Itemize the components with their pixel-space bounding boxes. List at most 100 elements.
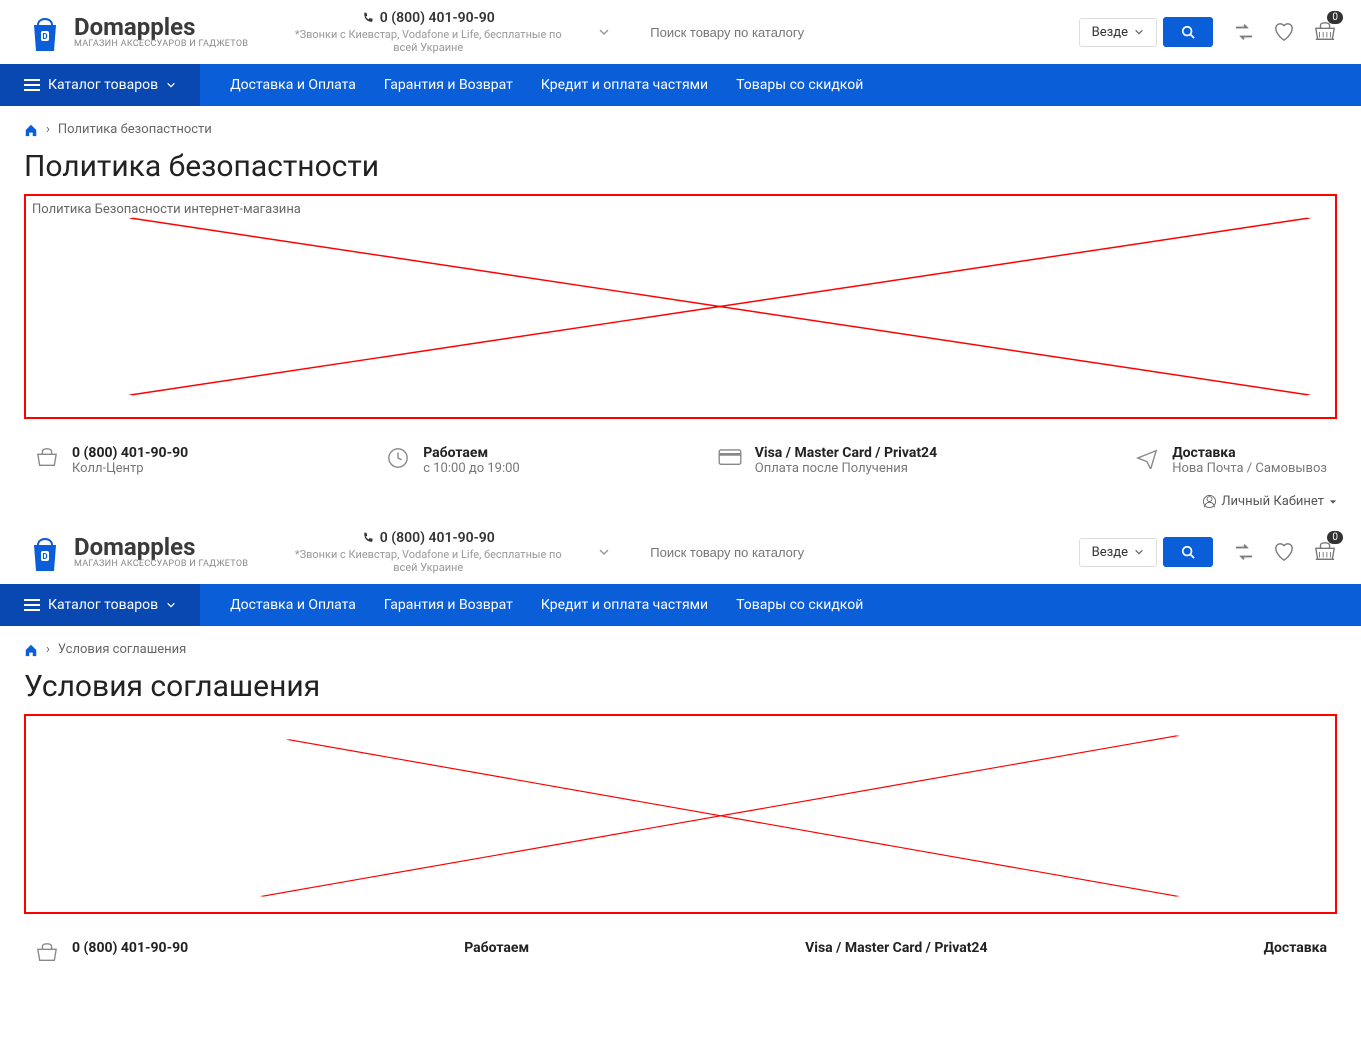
brand-tagline: МАГАЗИН АКСЕССУАРОВ И ГАДЖЕТОВ: [74, 559, 248, 569]
content-intro: Политика Безопасности интернет-магазина: [32, 202, 1329, 217]
cart-count-badge: 0: [1327, 531, 1343, 544]
breadcrumb-current: Условия соглашения: [58, 642, 186, 657]
phone-note: *Звонки с Киевстар, Vodafone и Life, бес…: [288, 28, 568, 54]
home-icon[interactable]: [24, 643, 38, 657]
chevron-down-icon: [1134, 27, 1144, 37]
info-ship-sub: Нова Почта / Самовывоз: [1172, 461, 1327, 476]
header-phone: 0 (800) 401-90-90 *Звонки с Киевстар, Vo…: [288, 10, 568, 54]
menu-icon: [24, 78, 40, 92]
breadcrumb-current: Политика безопастности: [58, 122, 212, 137]
wishlist-icon[interactable]: [1273, 22, 1295, 42]
compare-icon[interactable]: [1233, 543, 1255, 561]
phone-number: 0 (800) 401-90-90: [380, 10, 495, 26]
search-icon: [1181, 545, 1195, 559]
chevron-down-icon: [166, 80, 176, 90]
header-icons: 0: [1233, 541, 1337, 563]
compare-icon[interactable]: [1233, 23, 1255, 41]
breadcrumb-sep: ›: [46, 122, 50, 137]
info-hours-title: Работаем: [464, 940, 529, 956]
search-input[interactable]: [646, 537, 1078, 568]
plane-icon: [1226, 940, 1252, 966]
search-category-label: Везде: [1092, 25, 1128, 40]
chevron-down-icon: [1134, 547, 1144, 557]
header-phone: 0 (800) 401-90-90 *Звонки с Киевстар, Vo…: [288, 530, 568, 574]
header-icons: 0: [1233, 21, 1337, 43]
chevron-down-icon[interactable]: [598, 546, 610, 558]
logo[interactable]: D Domapples МАГАЗИН АКСЕССУАРОВ И ГАДЖЕТ…: [24, 11, 248, 53]
info-phone-sub: Колл-Центр: [72, 461, 188, 476]
clock-icon: [426, 940, 452, 966]
svg-text:D: D: [42, 32, 47, 41]
brand-name: Domapples: [74, 535, 248, 559]
info-pay-title: Visa / Master Card / Privat24: [755, 445, 937, 461]
nav-delivery[interactable]: Доставка и Оплата: [230, 77, 356, 93]
phone-number: 0 (800) 401-90-90: [380, 530, 495, 546]
home-icon[interactable]: [24, 123, 38, 137]
nav-credit[interactable]: Кредит и оплата частями: [541, 597, 708, 613]
account-label: Личный Кабинет: [1221, 494, 1324, 509]
page-security: D Domapples МАГАЗИН АКСЕССУАРОВ И ГАДЖЕТ…: [0, 0, 1361, 520]
search-area: Везде: [646, 17, 1213, 48]
info-pay-sub: Оплата после Получения: [755, 461, 937, 476]
bag-icon: D: [24, 11, 66, 53]
phone-icon: [362, 532, 374, 544]
nav-warranty[interactable]: Гарантия и Возврат: [384, 597, 513, 613]
breadcrumb-sep: ›: [46, 642, 50, 657]
chevron-down-icon: [166, 600, 176, 610]
basket-icon: [34, 940, 60, 966]
catalog-dropdown[interactable]: Каталог товаров: [0, 64, 200, 106]
account-dropdown[interactable]: Личный Кабинет: [1203, 494, 1337, 509]
info-strip: 0 (800) 401-90-90Колл-Центр Работаемс 10…: [0, 435, 1361, 490]
plane-icon: [1134, 445, 1160, 471]
clock-icon: [385, 445, 411, 471]
page-terms: D Domapples МАГАЗИН АКСЕССУАРОВ И ГАДЖЕТ…: [0, 520, 1361, 968]
breadcrumb: › Условия соглашения: [0, 626, 1361, 663]
search-area: Везде: [646, 537, 1213, 568]
search-button[interactable]: [1163, 537, 1213, 567]
info-hours-sub: с 10:00 до 19:00: [423, 461, 519, 476]
phone-note: *Звонки с Киевстар, Vodafone и Life, бес…: [288, 548, 568, 574]
search-category-dropdown[interactable]: Везде: [1079, 18, 1157, 47]
info-phone-title: 0 (800) 401-90-90: [72, 940, 188, 956]
nav-sale[interactable]: Товары со скидкой: [736, 77, 863, 93]
cart-icon[interactable]: 0: [1313, 541, 1337, 563]
chevron-down-icon[interactable]: [598, 26, 610, 38]
nav-warranty[interactable]: Гарантия и Возврат: [384, 77, 513, 93]
page-title: Политика безопастности: [0, 143, 1361, 194]
brand-name: Domapples: [74, 15, 248, 39]
menu-icon: [24, 598, 40, 612]
search-category-dropdown[interactable]: Везде: [1079, 538, 1157, 567]
nav-sale[interactable]: Товары со скидкой: [736, 597, 863, 613]
info-ship-title: Доставка: [1264, 940, 1327, 956]
catalog-dropdown[interactable]: Каталог товаров: [0, 584, 200, 626]
caret-down-icon: [1329, 498, 1337, 506]
placeholder-cross-icon: [26, 196, 1335, 417]
info-ship-title: Доставка: [1172, 445, 1327, 461]
breadcrumb: › Политика безопастности: [0, 106, 1361, 143]
svg-text:D: D: [42, 552, 47, 561]
navbar: Каталог товаров Доставка и Оплата Гарант…: [0, 64, 1361, 106]
nav-credit[interactable]: Кредит и оплата частями: [541, 77, 708, 93]
cart-icon[interactable]: 0: [1313, 21, 1337, 43]
wishlist-icon[interactable]: [1273, 542, 1295, 562]
search-input[interactable]: [646, 17, 1078, 48]
catalog-label: Каталог товаров: [48, 597, 158, 613]
brand-tagline: МАГАЗИН АКСЕССУАРОВ И ГАДЖЕТОВ: [74, 39, 248, 49]
header: D Domapples МАГАЗИН АКСЕССУАРОВ И ГАДЖЕТ…: [0, 520, 1361, 584]
search-icon: [1181, 25, 1195, 39]
content-placeholder: Политика Безопасности интернет-магазина: [24, 194, 1337, 419]
page-title: Условия соглашения: [0, 663, 1361, 714]
cart-count-badge: 0: [1327, 11, 1343, 24]
info-hours-title: Работаем: [423, 445, 519, 461]
nav-delivery[interactable]: Доставка и Оплата: [230, 597, 356, 613]
logo[interactable]: D Domapples МАГАЗИН АКСЕССУАРОВ И ГАДЖЕТ…: [24, 531, 248, 573]
card-icon: [717, 445, 743, 471]
search-button[interactable]: [1163, 17, 1213, 47]
info-strip: 0 (800) 401-90-90 Работаем Visa / Master…: [0, 930, 1361, 968]
info-phone-title: 0 (800) 401-90-90: [72, 445, 188, 461]
header: D Domapples МАГАЗИН АКСЕССУАРОВ И ГАДЖЕТ…: [0, 0, 1361, 64]
catalog-label: Каталог товаров: [48, 77, 158, 93]
navbar: Каталог товаров Доставка и Оплата Гарант…: [0, 584, 1361, 626]
account-bar: Личный Кабинет: [0, 490, 1361, 520]
user-icon: [1203, 495, 1216, 508]
